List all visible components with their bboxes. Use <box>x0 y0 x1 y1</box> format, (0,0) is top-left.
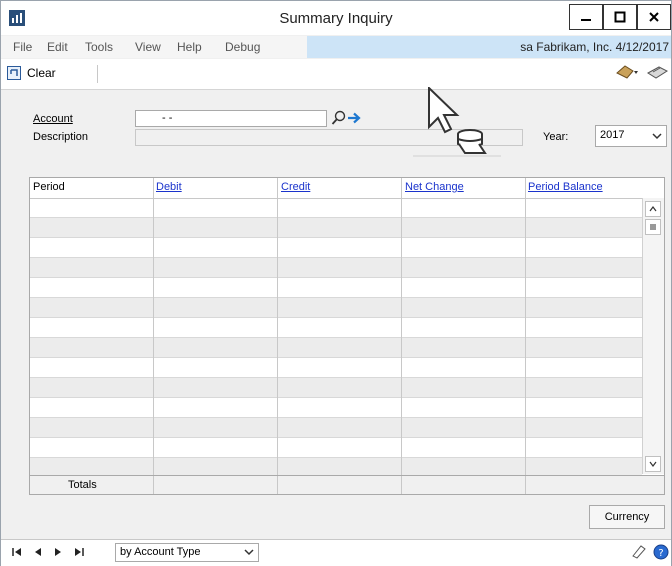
close-icon <box>649 12 659 22</box>
help-icon[interactable]: ? <box>653 544 669 560</box>
first-record-icon[interactable] <box>11 547 23 557</box>
menu-file[interactable]: File <box>13 40 32 54</box>
col-period-balance-link[interactable]: Period Balance <box>528 181 603 193</box>
total-period-balance <box>525 476 665 494</box>
totals-label: Totals <box>68 479 97 491</box>
menu-tools[interactable]: Tools <box>85 40 113 54</box>
title-bar: Summary Inquiry <box>1 1 671 35</box>
table-row[interactable] <box>30 218 642 238</box>
sort-select[interactable]: by Account Type <box>115 543 259 562</box>
col-credit-link[interactable]: Credit <box>281 181 310 193</box>
col-period-balance[interactable]: Period Balance <box>528 181 603 193</box>
scroll-thumb[interactable] <box>645 219 661 235</box>
minimize-button[interactable] <box>569 4 603 30</box>
maximize-icon <box>614 11 626 23</box>
company-info: sa Fabrikam, Inc. 4/12/2017 <box>520 40 669 54</box>
note-icon[interactable] <box>631 544 647 560</box>
table-row[interactable] <box>30 258 642 278</box>
account-label[interactable]: Account <box>33 113 73 125</box>
table-row[interactable] <box>30 278 642 298</box>
status-bar: by Account Type ? <box>1 539 671 566</box>
menu-bar: File Edit Tools View Help Debug sa Fabri… <box>1 36 671 58</box>
table-row[interactable] <box>30 358 642 378</box>
summary-inquiry-window: Summary Inquiry File Edit Tools View Hel… <box>0 0 672 566</box>
col-debit[interactable]: Debit <box>156 181 182 193</box>
menu-view[interactable]: View <box>135 40 161 54</box>
arrow-right-icon[interactable] <box>347 111 363 125</box>
total-debit <box>153 476 277 494</box>
period-grid: Period Debit Credit Net Change Period Ba… <box>29 177 665 495</box>
col-debit-link[interactable]: Debit <box>156 181 182 193</box>
maximize-button[interactable] <box>603 4 637 30</box>
col-net-change[interactable]: Net Change <box>405 181 464 193</box>
account-input[interactable]: - - <box>135 110 327 127</box>
table-row[interactable] <box>30 238 642 258</box>
chevron-up-icon <box>649 206 657 212</box>
table-row[interactable] <box>30 318 642 338</box>
company-bar: sa Fabrikam, Inc. 4/12/2017 <box>307 36 671 58</box>
table-row[interactable] <box>30 378 642 398</box>
col-net-change-link[interactable]: Net Change <box>405 181 464 193</box>
vertical-scrollbar[interactable] <box>642 198 664 474</box>
col-divider <box>401 178 402 476</box>
close-button[interactable] <box>637 4 671 30</box>
grid-rows <box>30 198 642 478</box>
table-row[interactable] <box>30 338 642 358</box>
description-label: Description <box>33 131 89 143</box>
col-divider <box>525 178 526 476</box>
scroll-down-button[interactable] <box>645 456 661 472</box>
table-row[interactable] <box>30 418 642 438</box>
clear-icon <box>7 66 21 80</box>
table-row[interactable] <box>30 298 642 318</box>
col-divider <box>153 178 154 476</box>
cursor-underline <box>413 155 501 157</box>
options-icon[interactable] <box>615 63 639 81</box>
print-icon[interactable] <box>645 63 669 81</box>
totals-row: Totals <box>29 475 665 495</box>
grid-header: Period Debit Credit Net Change Period Ba… <box>30 178 642 199</box>
year-select[interactable]: 2017 <box>595 125 667 147</box>
toolbar-separator <box>97 65 98 83</box>
table-row[interactable] <box>30 438 642 458</box>
grip-icon <box>650 224 656 230</box>
table-row[interactable] <box>30 398 642 418</box>
col-period: Period <box>33 181 65 193</box>
total-credit <box>277 476 401 494</box>
chevron-down-icon <box>244 549 254 556</box>
menu-edit[interactable]: Edit <box>47 40 68 54</box>
col-credit[interactable]: Credit <box>281 181 310 193</box>
clear-button[interactable]: Clear <box>7 63 56 83</box>
sort-value: by Account Type <box>120 546 201 558</box>
year-label: Year: <box>543 131 569 143</box>
menu-help[interactable]: Help <box>177 40 202 54</box>
chevron-down-icon <box>652 133 662 140</box>
last-record-icon[interactable] <box>73 547 85 557</box>
currency-button[interactable]: Currency <box>589 505 665 529</box>
minimize-icon <box>581 19 591 21</box>
clear-label: Clear <box>27 66 56 80</box>
next-record-icon[interactable] <box>53 547 63 557</box>
chevron-down-icon <box>649 461 657 467</box>
year-value: 2017 <box>600 129 625 141</box>
table-row[interactable] <box>30 198 642 218</box>
lookup-icon[interactable] <box>331 110 347 126</box>
col-divider <box>277 178 278 476</box>
svg-text:?: ? <box>658 548 663 559</box>
previous-record-icon[interactable] <box>33 547 43 557</box>
menu-debug[interactable]: Debug <box>225 40 260 54</box>
scroll-up-button[interactable] <box>645 201 661 217</box>
toolbar: Clear <box>1 59 671 90</box>
total-net-change <box>401 476 525 494</box>
mouse-cursor-icon <box>428 87 487 154</box>
